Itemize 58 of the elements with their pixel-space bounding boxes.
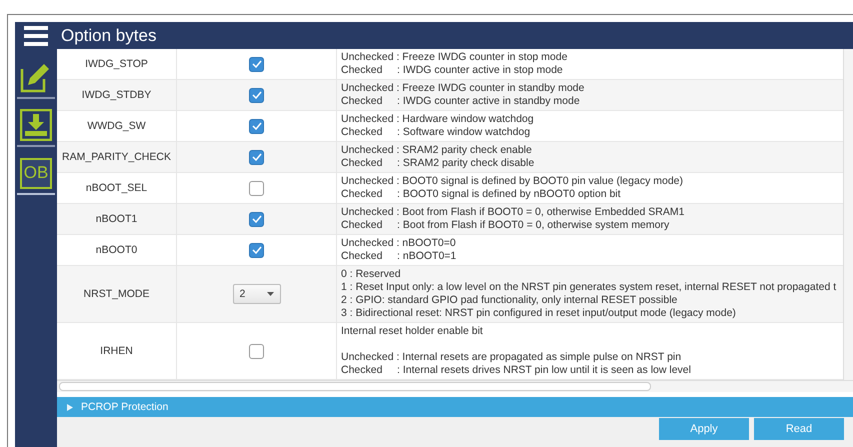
- checkbox[interactable]: [249, 242, 264, 258]
- download-icon: [20, 109, 52, 141]
- horizontal-scrollbar[interactable]: [57, 381, 853, 392]
- option-name: IRHEN: [57, 323, 177, 379]
- option-description: Unchecked : BOOT0 signal is defined by BOOT0 pin value (legacy mode): [341, 175, 684, 188]
- vertical-scrollbar[interactable]: [843, 49, 853, 380]
- section-header[interactable]: PCROP Protection: [57, 397, 853, 417]
- option-description: Unchecked : Hardware window watchdog: [341, 113, 535, 126]
- option-description: Checked : SRAM2 parity check disable: [341, 157, 536, 170]
- option-description: Unchecked : nBOOT0=0: [341, 237, 457, 250]
- option-name: nBOOT0: [57, 235, 177, 265]
- option-note: Internal reset holder enable bit: [341, 325, 484, 338]
- sidebar-button[interactable]: OB: [17, 153, 55, 195]
- caret-icon: [266, 292, 274, 296]
- option-name: NRST_MODE: [57, 266, 177, 322]
- checkbox[interactable]: [249, 150, 264, 164]
- option-description: Checked : BOOT0 signal is defined by nBOOT0 option bit: [341, 188, 622, 201]
- checkbox[interactable]: [249, 88, 264, 102]
- option-description: Unchecked : Boot from Flash if BOOT0 = 0, otherwise Embedded SRAM1: [341, 206, 686, 219]
- option-name: IWDG_STOP: [57, 49, 177, 79]
- option-description: Unchecked : Freeze IWDG counter in stop mode: [341, 51, 568, 64]
- option-description: 1 : Reset Input only: a low level on the NRST pin generates system reset, internal RESET not propagated t: [341, 281, 838, 294]
- checkmark-icon: [252, 122, 262, 130]
- option-description: 0 : Reserved: [341, 268, 402, 281]
- option-description: Unchecked : SRAM2 parity check enable: [341, 144, 533, 157]
- pencil-icon: [20, 61, 52, 93]
- option-description: 2 : GPIO: standard GPIO pad functionality, only internal RESET possible: [341, 294, 678, 307]
- option-name: IWDG_STDBY: [57, 80, 177, 110]
- option-description: Checked : Internal resets drives NRST pin low until it is seen as low level: [341, 364, 692, 377]
- option-description: Checked : Software window watchdog: [341, 126, 532, 139]
- option-name: nBOOT1: [57, 204, 177, 234]
- option-description: Unchecked : Internal resets are propagated as simple pulse on NRST pin: [341, 351, 682, 364]
- menu-icon[interactable]: [24, 26, 48, 46]
- option-description: Checked : IWDG counter active in standby mode: [341, 95, 581, 108]
- option-description: 3 : Bidirectional reset: NRST pin configured in reset input/output mode (legacy mode): [341, 307, 737, 320]
- expand-arrow-icon: [67, 404, 73, 410]
- checkmark-icon: [252, 91, 262, 99]
- action-button[interactable]: Apply: [659, 418, 749, 440]
- option-name: WWDG_SW: [57, 111, 177, 141]
- option-description: Checked : nBOOT0=1: [341, 250, 458, 263]
- option-description: Checked : IWDG counter active in stop mode: [341, 64, 564, 77]
- option-name: RAM_PARITY_CHECK: [57, 142, 177, 172]
- checkmark-icon: [252, 215, 262, 223]
- checkbox[interactable]: [249, 56, 264, 72]
- checkbox[interactable]: [249, 212, 264, 226]
- checkmark-icon: [252, 246, 262, 254]
- option-name: nBOOT_SEL: [57, 173, 177, 203]
- checkmark-icon: [252, 60, 262, 68]
- ob-label: OB: [20, 158, 52, 188]
- value-dropdown[interactable]: 2: [232, 284, 280, 304]
- checkmark-icon: [252, 153, 262, 161]
- window-title: Option bytes: [61, 26, 156, 46]
- checkbox[interactable]: [249, 118, 264, 134]
- action-button[interactable]: Read: [754, 418, 844, 440]
- option-description: Unchecked : Freeze IWDG counter in standby mode: [341, 82, 586, 95]
- checkbox[interactable]: [249, 180, 264, 196]
- checkbox[interactable]: [249, 344, 264, 358]
- option-description: Checked : Boot from Flash if BOOT0 = 0, otherwise system memory: [341, 219, 670, 232]
